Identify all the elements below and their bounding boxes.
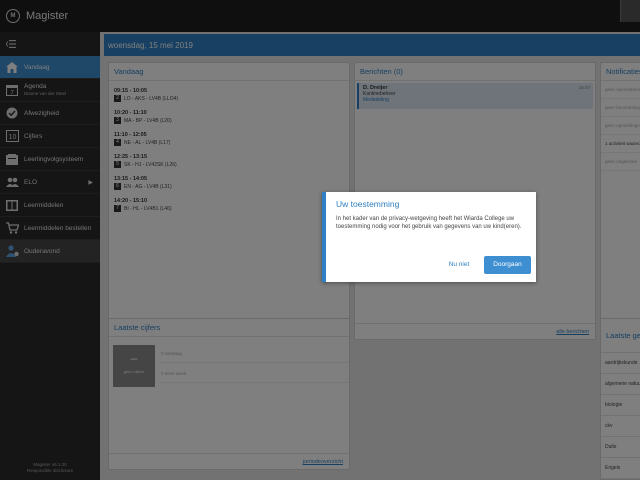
dialog-title: Uw toestemming bbox=[336, 199, 400, 209]
continue-button[interactable]: Doorgaan bbox=[484, 256, 531, 274]
not-now-button[interactable]: Nu niet bbox=[441, 256, 477, 274]
modal-backdrop bbox=[0, 0, 640, 480]
consent-dialog: Uw toestemming In het kader van de priva… bbox=[322, 192, 536, 282]
dialog-text: In het kader van de privacy-wetgeving he… bbox=[336, 216, 522, 230]
